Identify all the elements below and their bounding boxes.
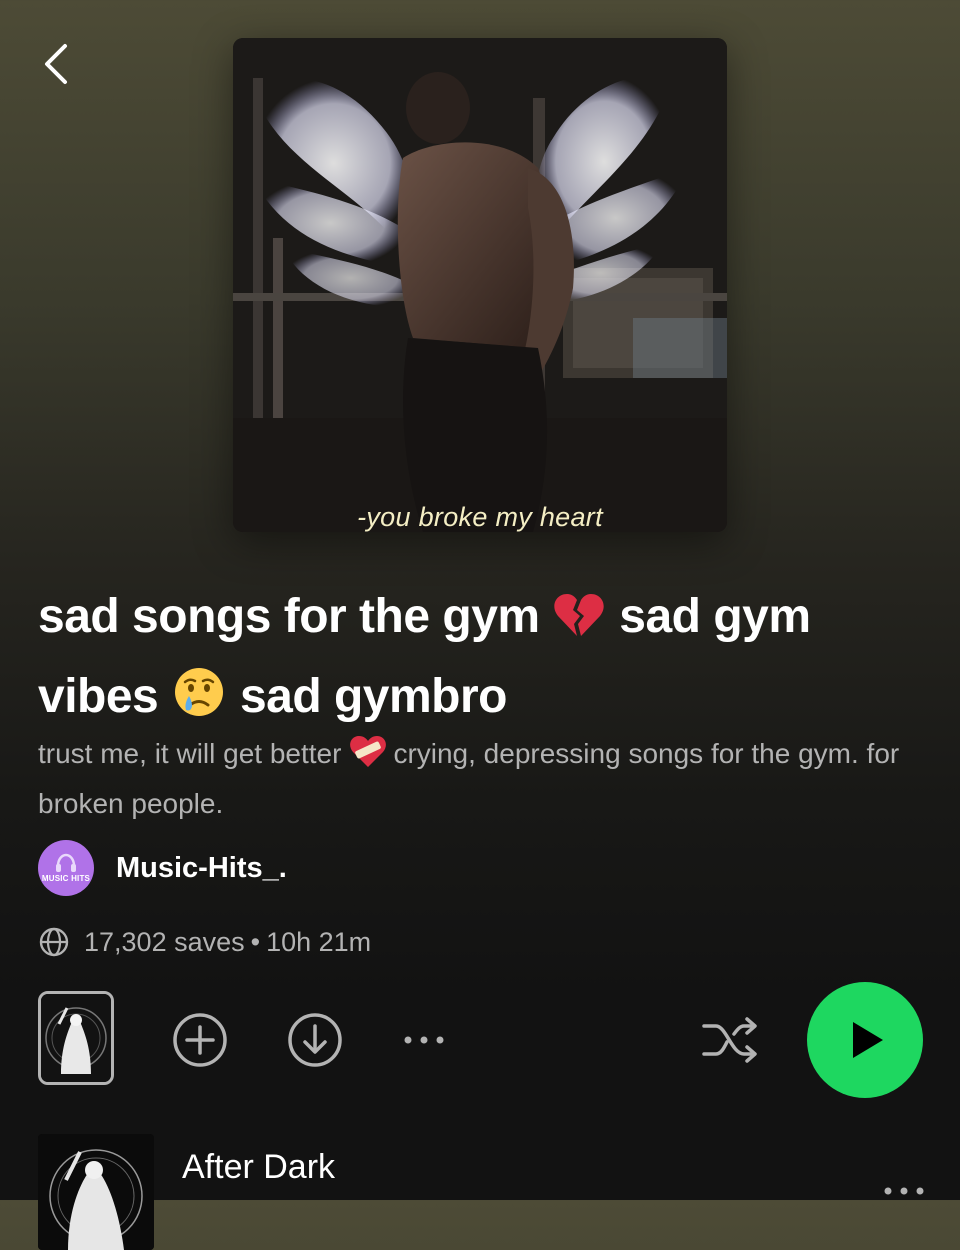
meta-separator: • (250, 926, 261, 957)
download-circle-icon (288, 1013, 342, 1067)
playlist-description: trust me, it will get better crying, dep… (38, 732, 918, 826)
more-options-button[interactable] (396, 1022, 452, 1058)
track-artwork[interactable] (38, 1134, 154, 1250)
preview-artwork (41, 994, 111, 1082)
owner-link[interactable]: MUSIC HITS Music-Hits_. (38, 840, 287, 896)
preview-thumbnail[interactable] (38, 991, 114, 1085)
chevron-left-icon (45, 44, 67, 84)
back-button[interactable] (30, 38, 82, 90)
playlist-title: sad songs for the gym sad gym vibes sad g… (38, 580, 918, 740)
description-text-1: trust me, it will get better (38, 738, 342, 769)
crying-face-emoji (173, 666, 225, 740)
headphones-icon (56, 853, 76, 872)
shuffle-button[interactable] (700, 1012, 762, 1068)
title-text-3: vibes (38, 670, 159, 723)
owner-name: Music-Hits_. (116, 851, 287, 884)
playlist-meta: 17,302 saves • 10h 21m (38, 922, 371, 962)
globe-icon (39, 927, 69, 957)
add-to-library-button[interactable] (172, 1012, 228, 1068)
more-horizontal-icon (884, 1187, 924, 1195)
more-horizontal-icon (404, 1036, 444, 1044)
title-text-4: sad gymbro (239, 670, 508, 723)
mending-heart-emoji (349, 735, 387, 782)
shuffle-icon (702, 1017, 757, 1063)
saves-count: 17,302 saves (84, 926, 245, 957)
download-button[interactable] (287, 1012, 343, 1068)
play-icon (853, 1022, 883, 1058)
plus-circle-icon (173, 1013, 227, 1067)
title-text-2: sad gym (619, 590, 811, 643)
playlist-duration: 10h 21m (266, 926, 372, 957)
track-artwork-image (38, 1134, 154, 1250)
track-title[interactable]: After Dark (182, 1148, 335, 1187)
playlist-cover: -you broke my heart (233, 38, 727, 532)
title-text-1: sad songs for the gym (38, 590, 540, 643)
broken-heart-emoji (554, 586, 605, 660)
play-button[interactable] (807, 982, 923, 1098)
cover-artwork (233, 38, 727, 532)
cover-caption: -you broke my heart (357, 502, 603, 532)
owner-avatar-text: MUSIC HITS (41, 874, 91, 883)
track-more-button[interactable] (876, 1178, 932, 1200)
owner-avatar: MUSIC HITS (38, 840, 94, 896)
